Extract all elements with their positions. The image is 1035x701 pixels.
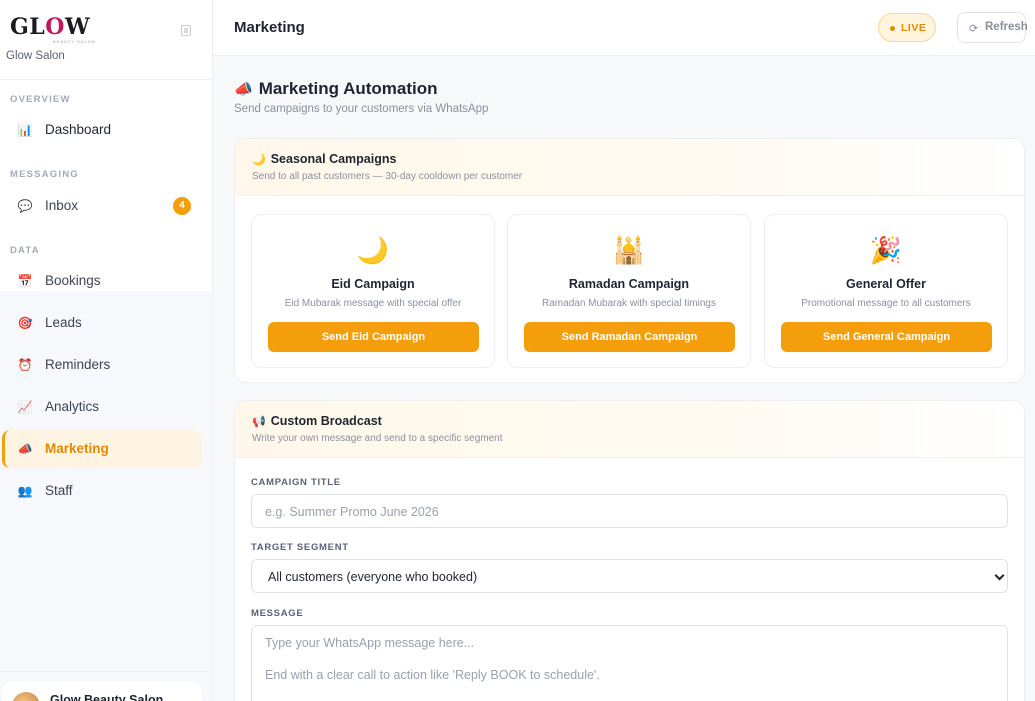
section-subtitle: Send campaigns to your customers via Wha… <box>234 103 489 115</box>
campaign-title-placeholder: e.g. Summer Promo June 2026 <box>265 505 439 519</box>
live-status-label: LIVE <box>901 22 927 34</box>
message-textarea[interactable]: Type your WhatsApp message here... End w… <box>251 625 1008 701</box>
bar-chart-icon: 📊 <box>17 123 33 137</box>
message-label: MESSAGE <box>251 608 304 619</box>
sidebar-item-reminders[interactable]: ⏰ Reminders <box>2 346 202 384</box>
message-placeholder-line-1: Type your WhatsApp message here... <box>265 636 475 650</box>
megaphone-icon: 📣 <box>17 442 33 456</box>
campaign-description: Eid Mubarak message with special offer <box>284 298 462 309</box>
calendar-icon: 📅 <box>17 274 33 288</box>
live-status-badge: LIVE <box>878 13 936 42</box>
divider <box>0 671 212 672</box>
card-header: 📢 Custom Broadcast Write your own message… <box>235 401 1024 458</box>
page-title: Marketing <box>234 19 305 36</box>
sidebar: GLOW BEAUTY SALON Glow Salon OVERVIEW 📊 … <box>0 0 213 701</box>
alarm-clock-icon: ⏰ <box>17 358 33 372</box>
campaign-name: Eid Campaign <box>331 277 415 291</box>
profile-name: Glow Beauty Salon <box>50 693 164 701</box>
card-subtitle: Send to all past customers — 30-day cool… <box>252 171 523 182</box>
brand-logo[interactable]: GLOW <box>10 14 90 40</box>
sidebar-item-label: Staff <box>45 483 73 498</box>
campaign-card-eid: 🌙 Eid Campaign Eid Mubarak message with … <box>251 214 495 368</box>
sidebar-item-analytics[interactable]: 📈 Analytics <box>2 388 202 426</box>
sidebar-item-bookings[interactable]: 📅 Bookings <box>2 262 202 300</box>
nav-section-overview: OVERVIEW <box>10 94 71 105</box>
sidebar-item-label: Analytics <box>45 399 100 414</box>
send-general-campaign-button[interactable]: Send General Campaign <box>781 322 992 352</box>
profile-card[interactable]: Glow Beauty Salon <box>2 682 202 701</box>
refresh-label: Refresh <box>985 21 1028 33</box>
card-subtitle: Write your own message and send to a spe… <box>252 433 503 444</box>
section-title: 📣 Marketing Automation <box>234 79 438 98</box>
avatar <box>12 692 40 701</box>
campaign-name: General Offer <box>846 277 926 291</box>
chevron-down-icon <box>994 570 1005 581</box>
divider <box>0 79 212 80</box>
campaign-name: Ramadan Campaign <box>568 277 690 291</box>
refresh-icon: ⟳ <box>969 23 979 35</box>
nav-section-messaging: MESSAGING <box>10 169 79 180</box>
card-header: 🌙 Seasonal Campaigns Send to all past cus… <box>235 139 1024 196</box>
target-icon: 🎯 <box>17 316 33 330</box>
sidebar-item-inbox[interactable]: 💬 Inbox 4 <box>2 187 202 225</box>
crescent-moon-icon: 🌙 <box>252 154 266 166</box>
send-ramadan-campaign-button[interactable]: Send Ramadan Campaign <box>524 322 735 352</box>
loudspeaker-icon: 📢 <box>252 416 266 428</box>
campaign-card-ramadan: 🕌 Ramadan Campaign Ramadan Mubarak with … <box>507 214 751 368</box>
brand-logo-tagline: BEAUTY SALON <box>53 39 96 44</box>
card-title: 🌙 Seasonal Campaigns <box>252 152 397 166</box>
sidebar-item-label: Dashboard <box>45 122 112 137</box>
seasonal-campaigns-card: 🌙 Seasonal Campaigns Send to all past cus… <box>234 138 1025 383</box>
brand: GLOW BEAUTY SALON Glow Salon <box>6 14 210 74</box>
inbox-unread-badge: 4 <box>173 197 191 215</box>
speech-bubble-icon: 💬 <box>17 199 33 213</box>
campaign-card-general: 🎉 General Offer Promotional message to a… <box>764 214 1008 368</box>
sidebar-item-dashboard[interactable]: 📊 Dashboard <box>2 111 202 149</box>
mosque-icon: 🕌 <box>612 235 646 265</box>
sidebar-item-label: Marketing <box>45 441 109 456</box>
campaign-description: Ramadan Mubarak with special timings <box>542 298 716 309</box>
people-icon: 👥 <box>17 484 33 498</box>
message-placeholder-line-2: End with a clear call to action like 'Re… <box>265 668 600 682</box>
sidebar-item-label: Bookings <box>45 273 101 288</box>
campaign-title-label: CAMPAIGN TITLE <box>251 477 341 488</box>
megaphone-icon: 📣 <box>234 81 253 98</box>
sidebar-item-label: Leads <box>45 315 82 330</box>
sidebar-collapse-icon[interactable] <box>181 25 191 36</box>
target-segment-label: TARGET SEGMENT <box>251 542 349 553</box>
brand-name: Glow Salon <box>6 50 65 62</box>
campaign-description: Promotional message to all customers <box>801 298 971 309</box>
live-dot-icon <box>890 26 895 31</box>
sidebar-item-leads[interactable]: 🎯 Leads <box>2 304 202 342</box>
target-segment-value: All customers (everyone who booked) <box>268 570 478 584</box>
target-segment-select[interactable]: All customers (everyone who booked) <box>251 559 1008 593</box>
card-title: 📢 Custom Broadcast <box>252 414 382 428</box>
sidebar-item-staff[interactable]: 👥 Staff <box>2 472 202 510</box>
party-popper-icon: 🎉 <box>869 235 903 265</box>
campaign-title-input[interactable]: e.g. Summer Promo June 2026 <box>251 494 1008 528</box>
send-eid-campaign-button[interactable]: Send Eid Campaign <box>268 322 479 352</box>
crescent-moon-icon: 🌙 <box>356 235 390 265</box>
refresh-button[interactable]: ⟳ Refresh <box>957 12 1028 43</box>
sidebar-item-marketing[interactable]: 📣 Marketing <box>2 430 202 468</box>
sidebar-item-label: Inbox <box>45 198 79 213</box>
sidebar-item-label: Reminders <box>45 357 111 372</box>
top-bar: Marketing LIVE ⟳ Refresh <box>213 0 1035 56</box>
nav-section-data: DATA <box>10 245 40 256</box>
line-chart-icon: 📈 <box>17 400 33 414</box>
